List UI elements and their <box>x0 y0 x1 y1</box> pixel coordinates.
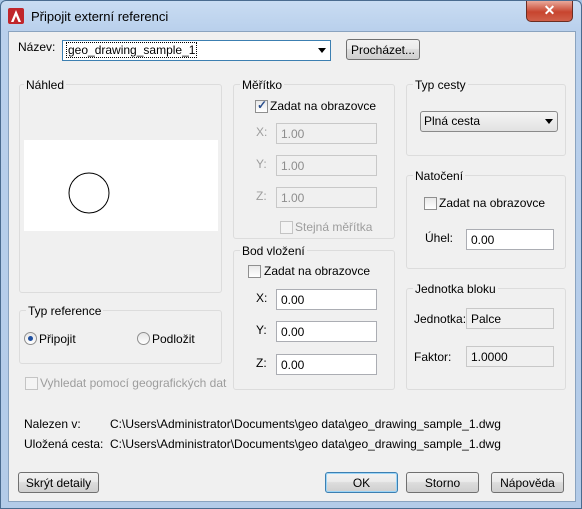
geo-locate-checkbox[interactable] <box>25 377 38 390</box>
found-in-value: C:\Users\Administrator\Documents\geo dat… <box>110 417 501 431</box>
insertion-z-input[interactable]: 0.00 <box>276 354 377 375</box>
window-title: Připojit externí referenci <box>31 9 169 24</box>
scale-z-input[interactable]: 1.00 <box>276 187 377 208</box>
scale-y-label: Y: <box>256 157 267 171</box>
scale-specify-checkbox[interactable]: ✓ <box>255 98 268 113</box>
cancel-button[interactable]: Storno <box>406 472 479 493</box>
preview-circle <box>68 172 110 214</box>
angle-label: Úhel: <box>425 231 454 245</box>
uniform-scale-checkbox[interactable] <box>280 221 293 234</box>
insertion-label: Bod vložení <box>240 244 307 258</box>
saved-path-label: Uložená cesta: <box>24 437 104 451</box>
ok-button[interactable]: OK <box>325 472 398 493</box>
scale-x-label: X: <box>256 125 268 139</box>
rotation-specify-label: Zadat na obrazovce <box>439 196 546 210</box>
autocad-app-icon <box>8 8 24 24</box>
saved-path-value: C:\Users\Administrator\Documents\geo dat… <box>110 437 501 451</box>
overlay-radio[interactable] <box>137 332 150 345</box>
insertion-specify-label: Zadat na obrazovce <box>264 264 371 278</box>
scale-x-input[interactable]: 1.00 <box>276 123 377 144</box>
preview-label: Náhled <box>24 78 67 92</box>
dialog-body: Název: geo_drawing_sample_1 Procházet...… <box>8 31 576 502</box>
close-button[interactable]: ✕ <box>526 1 573 22</box>
rotation-label: Natočení <box>413 169 466 183</box>
rotation-specify-checkbox[interactable] <box>424 197 437 210</box>
insertion-y-label: Y: <box>256 323 267 337</box>
insertion-y-input[interactable]: 0.00 <box>276 321 377 342</box>
found-in-label: Nalezen v: <box>24 417 81 431</box>
chevron-down-icon[interactable] <box>318 48 326 53</box>
scale-z-label: Z: <box>256 189 267 203</box>
unit-value: Palce <box>466 308 554 329</box>
insertion-z-label: Z: <box>256 356 267 370</box>
name-value: geo_drawing_sample_1 <box>66 42 198 58</box>
insertion-specify-checkbox[interactable] <box>248 265 261 278</box>
attach-radio[interactable] <box>24 332 37 345</box>
browse-button[interactable]: Procházet... <box>346 39 420 60</box>
path-type-value: Plná cesta <box>424 114 481 128</box>
help-button[interactable]: Nápověda <box>491 472 564 493</box>
path-type-label: Typ cesty <box>413 78 468 92</box>
insertion-x-label: X: <box>256 291 268 305</box>
title-bar[interactable]: Připojit externí referenci ✕ <box>1 1 581 31</box>
scale-label: Měřítko <box>240 78 285 92</box>
factor-value: 1.0000 <box>466 346 554 367</box>
overlay-label: Podložit <box>152 332 195 346</box>
hide-details-button[interactable]: Skrýt detaily <box>18 472 99 493</box>
scale-specify-label: Zadat na obrazovce <box>270 99 377 113</box>
unit-label: Jednotka: <box>414 312 467 326</box>
chevron-down-icon[interactable] <box>545 119 553 124</box>
insertion-x-input[interactable]: 0.00 <box>276 289 377 310</box>
angle-input[interactable]: 0.00 <box>466 229 554 250</box>
scale-y-input[interactable]: 1.00 <box>276 155 377 176</box>
geo-locate-label: Vyhledat pomocí geografických dat <box>40 376 227 390</box>
path-type-select[interactable]: Plná cesta <box>420 111 558 132</box>
name-label: Název: <box>18 40 56 54</box>
factor-label: Faktor: <box>414 350 452 364</box>
preview-canvas <box>24 140 218 231</box>
dialog-window: Připojit externí referenci ✕ Název: geo_… <box>0 0 582 509</box>
name-combobox[interactable]: geo_drawing_sample_1 <box>62 40 331 61</box>
block-unit-label: Jednotka bloku <box>413 282 498 296</box>
reference-type-label: Typ reference <box>26 304 104 318</box>
rotation-group <box>406 175 566 269</box>
block-unit-group <box>406 288 566 390</box>
uniform-scale-label: Stejná měřítka <box>295 220 373 234</box>
attach-label: Připojit <box>39 332 76 346</box>
